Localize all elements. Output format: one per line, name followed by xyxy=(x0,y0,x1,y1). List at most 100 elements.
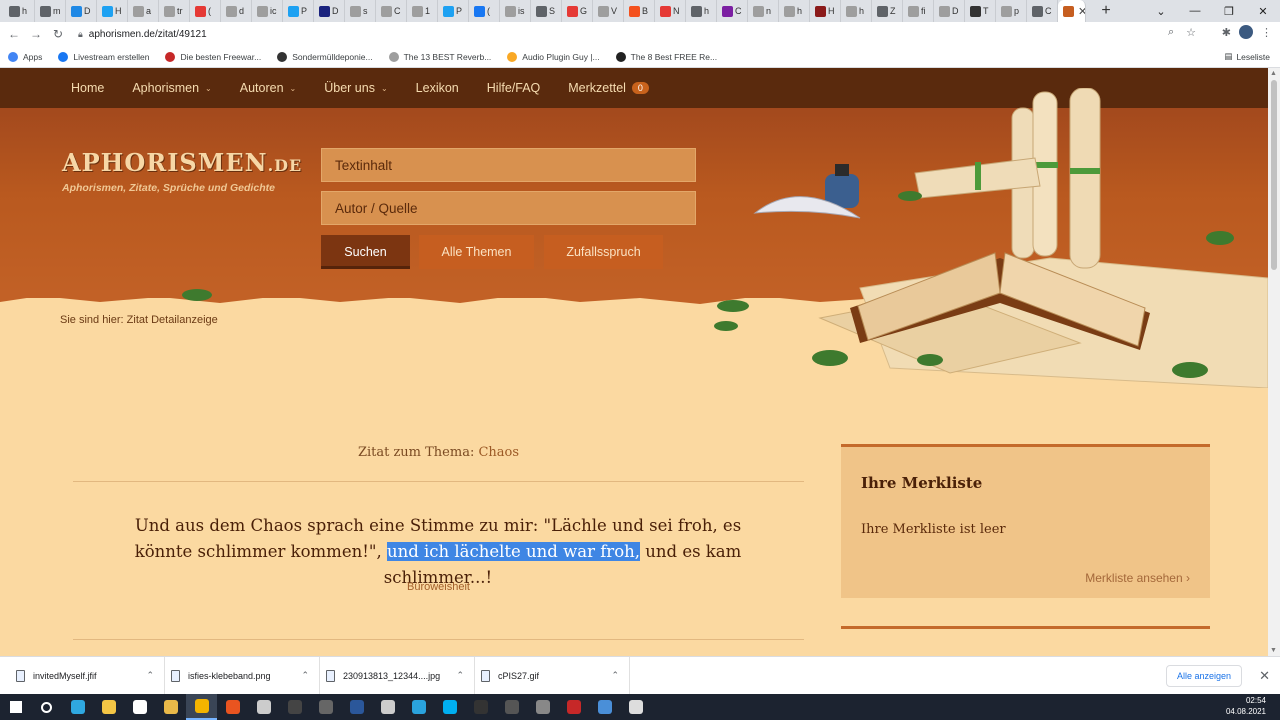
skype-icon[interactable] xyxy=(434,694,465,720)
nav-item-hilfe-faq[interactable]: Hilfe/FAQ xyxy=(487,81,541,95)
breadcrumb-current[interactable]: Zitat Detailanzeige xyxy=(127,314,218,326)
page-scrollbar[interactable]: ▲ ▼ xyxy=(1268,68,1280,656)
browser-tab[interactable]: 1 xyxy=(407,0,438,22)
browser-tab[interactable]: p xyxy=(996,0,1027,22)
scrollbar-thumb[interactable] xyxy=(1271,80,1277,270)
profile-avatar[interactable] xyxy=(1239,25,1253,39)
window-close-button[interactable]: ✕ xyxy=(1246,5,1280,18)
chrome-icon[interactable] xyxy=(186,694,217,720)
ubuntu-icon[interactable] xyxy=(217,694,248,720)
browser-tab[interactable]: ( xyxy=(469,0,500,22)
quote-author-link[interactable]: Büroweisheit xyxy=(73,581,804,593)
app-icon[interactable] xyxy=(589,694,620,720)
app-icon[interactable] xyxy=(279,694,310,720)
browser-tab[interactable]: C xyxy=(376,0,407,22)
browser-tab[interactable]: G xyxy=(562,0,593,22)
browser-tab[interactable]: V xyxy=(593,0,624,22)
bookmark-item[interactable]: Livestream erstellen xyxy=(58,51,149,62)
browser-tab[interactable]: h xyxy=(841,0,872,22)
chevron-up-icon[interactable]: ⌃ xyxy=(611,670,619,681)
nav-item-merkzettel[interactable]: Merkzettel 0 xyxy=(568,81,649,95)
scroll-down-icon[interactable]: ▼ xyxy=(1270,647,1277,654)
quote-theme-link[interactable]: Chaos xyxy=(478,445,519,460)
close-icon[interactable]: ✕ xyxy=(1259,668,1270,684)
app-icon[interactable] xyxy=(496,694,527,720)
show-all-downloads-button[interactable]: Alle anzeigen xyxy=(1165,665,1242,687)
site-logo[interactable]: APHORISMEN.DE xyxy=(62,148,302,177)
browser-tab[interactable]: a xyxy=(128,0,159,22)
browser-tab[interactable]: Z xyxy=(872,0,903,22)
nav-item-home[interactable]: Home xyxy=(71,81,104,95)
app-icon[interactable] xyxy=(341,694,372,720)
text-search-field[interactable]: Textinhalt xyxy=(321,148,696,182)
browser-tab[interactable]: is xyxy=(500,0,531,22)
browser-tab[interactable]: D xyxy=(314,0,345,22)
app-icon[interactable] xyxy=(248,694,279,720)
new-tab-button[interactable]: + xyxy=(1094,2,1118,20)
chevron-up-icon[interactable]: ⌃ xyxy=(146,670,154,681)
browser-tab[interactable]: H xyxy=(810,0,841,22)
reload-icon[interactable]: ↻ xyxy=(47,27,69,41)
zoom-icon[interactable]: ⌕ xyxy=(1168,26,1174,39)
tab-search-icon[interactable]: ⌄ xyxy=(1144,5,1178,18)
browser-tab[interactable]: h xyxy=(686,0,717,22)
tab-close-icon[interactable]: ✕ xyxy=(1078,5,1085,18)
file-explorer-icon[interactable] xyxy=(93,694,124,720)
bookmark-item[interactable]: The 13 BEST Reverb... xyxy=(388,51,491,62)
minimize-button[interactable]: — xyxy=(1178,5,1212,17)
download-item[interactable]: invitedMyself.jfif ⌃ xyxy=(10,656,165,695)
nav-item-über-uns[interactable]: Über uns ⌄ xyxy=(324,81,387,95)
random-quote-button[interactable]: Zufallsspruch xyxy=(544,235,663,269)
browser-tab[interactable]: B xyxy=(624,0,655,22)
bookmark-star-icon[interactable]: ☆ xyxy=(1186,26,1196,39)
browser-tab[interactable]: T xyxy=(965,0,996,22)
download-item[interactable]: isfies-klebeband.png ⌃ xyxy=(165,656,320,695)
browser-tab[interactable]: D xyxy=(66,0,97,22)
bookmark-item[interactable]: Audio Plugin Guy |... xyxy=(507,51,600,62)
browser-tab[interactable]: S xyxy=(531,0,562,22)
nav-item-lexikon[interactable]: Lexikon xyxy=(416,81,459,95)
nav-item-aphorismen[interactable]: Aphorismen ⌄ xyxy=(132,81,211,95)
search-icon[interactable] xyxy=(31,694,62,720)
store-icon[interactable] xyxy=(124,694,155,720)
browser-tab[interactable]: P xyxy=(438,0,469,22)
restore-button[interactable]: ❐ xyxy=(1212,5,1246,18)
forward-icon[interactable]: → xyxy=(25,27,47,41)
bookmark-item[interactable]: Sondermülldeponie... xyxy=(277,51,373,62)
browser-tab[interactable]: d xyxy=(221,0,252,22)
browser-tab[interactable]: h xyxy=(4,0,35,22)
app-icon[interactable] xyxy=(620,694,651,720)
download-item[interactable]: 230913813_12344....jpg ⌃ xyxy=(320,656,475,695)
all-topics-button[interactable]: Alle Themen xyxy=(419,235,534,269)
app-icon[interactable] xyxy=(310,694,341,720)
browser-tab[interactable]: ic xyxy=(252,0,283,22)
chevron-up-icon[interactable]: ⌃ xyxy=(301,670,309,681)
browser-tab[interactable]: C xyxy=(717,0,748,22)
browser-tab[interactable]: C xyxy=(1027,0,1058,22)
app-icon[interactable] xyxy=(372,694,403,720)
browser-tab[interactable]: H xyxy=(97,0,128,22)
telegram-icon[interactable] xyxy=(403,694,434,720)
download-item[interactable]: cPIS27.gif ⌃ xyxy=(475,656,630,695)
folder-icon[interactable] xyxy=(155,694,186,720)
author-search-field[interactable]: Autor / Quelle xyxy=(321,191,696,225)
browser-tab[interactable]: n xyxy=(748,0,779,22)
browser-tab[interactable]: D xyxy=(934,0,965,22)
browser-tab[interactable]: N xyxy=(655,0,686,22)
address-bar[interactable]: 🔒︎ aphorismen.de/zitat/49121 xyxy=(78,24,1208,44)
reading-list[interactable]: ▤ Leseliste xyxy=(1224,51,1270,62)
browser-tab[interactable]: h xyxy=(779,0,810,22)
bookmark-item[interactable]: Die besten Freewar... xyxy=(165,51,261,62)
app-icon[interactable] xyxy=(465,694,496,720)
browser-tab[interactable]: tr xyxy=(159,0,190,22)
merkliste-link[interactable]: Merkliste ansehen › xyxy=(1085,571,1190,585)
browser-tab[interactable]: ( xyxy=(190,0,221,22)
browser-tab[interactable]: s xyxy=(345,0,376,22)
scroll-up-icon[interactable]: ▲ xyxy=(1270,70,1277,77)
system-clock[interactable]: 02:54 04.08.2021 xyxy=(1226,695,1266,717)
chevron-up-icon[interactable]: ⌃ xyxy=(456,670,464,681)
app-icon[interactable] xyxy=(527,694,558,720)
windows-icon[interactable] xyxy=(0,694,31,720)
nav-item-autoren[interactable]: Autoren ⌄ xyxy=(240,81,296,95)
bookmark-item[interactable]: The 8 Best FREE Re... xyxy=(615,51,717,62)
